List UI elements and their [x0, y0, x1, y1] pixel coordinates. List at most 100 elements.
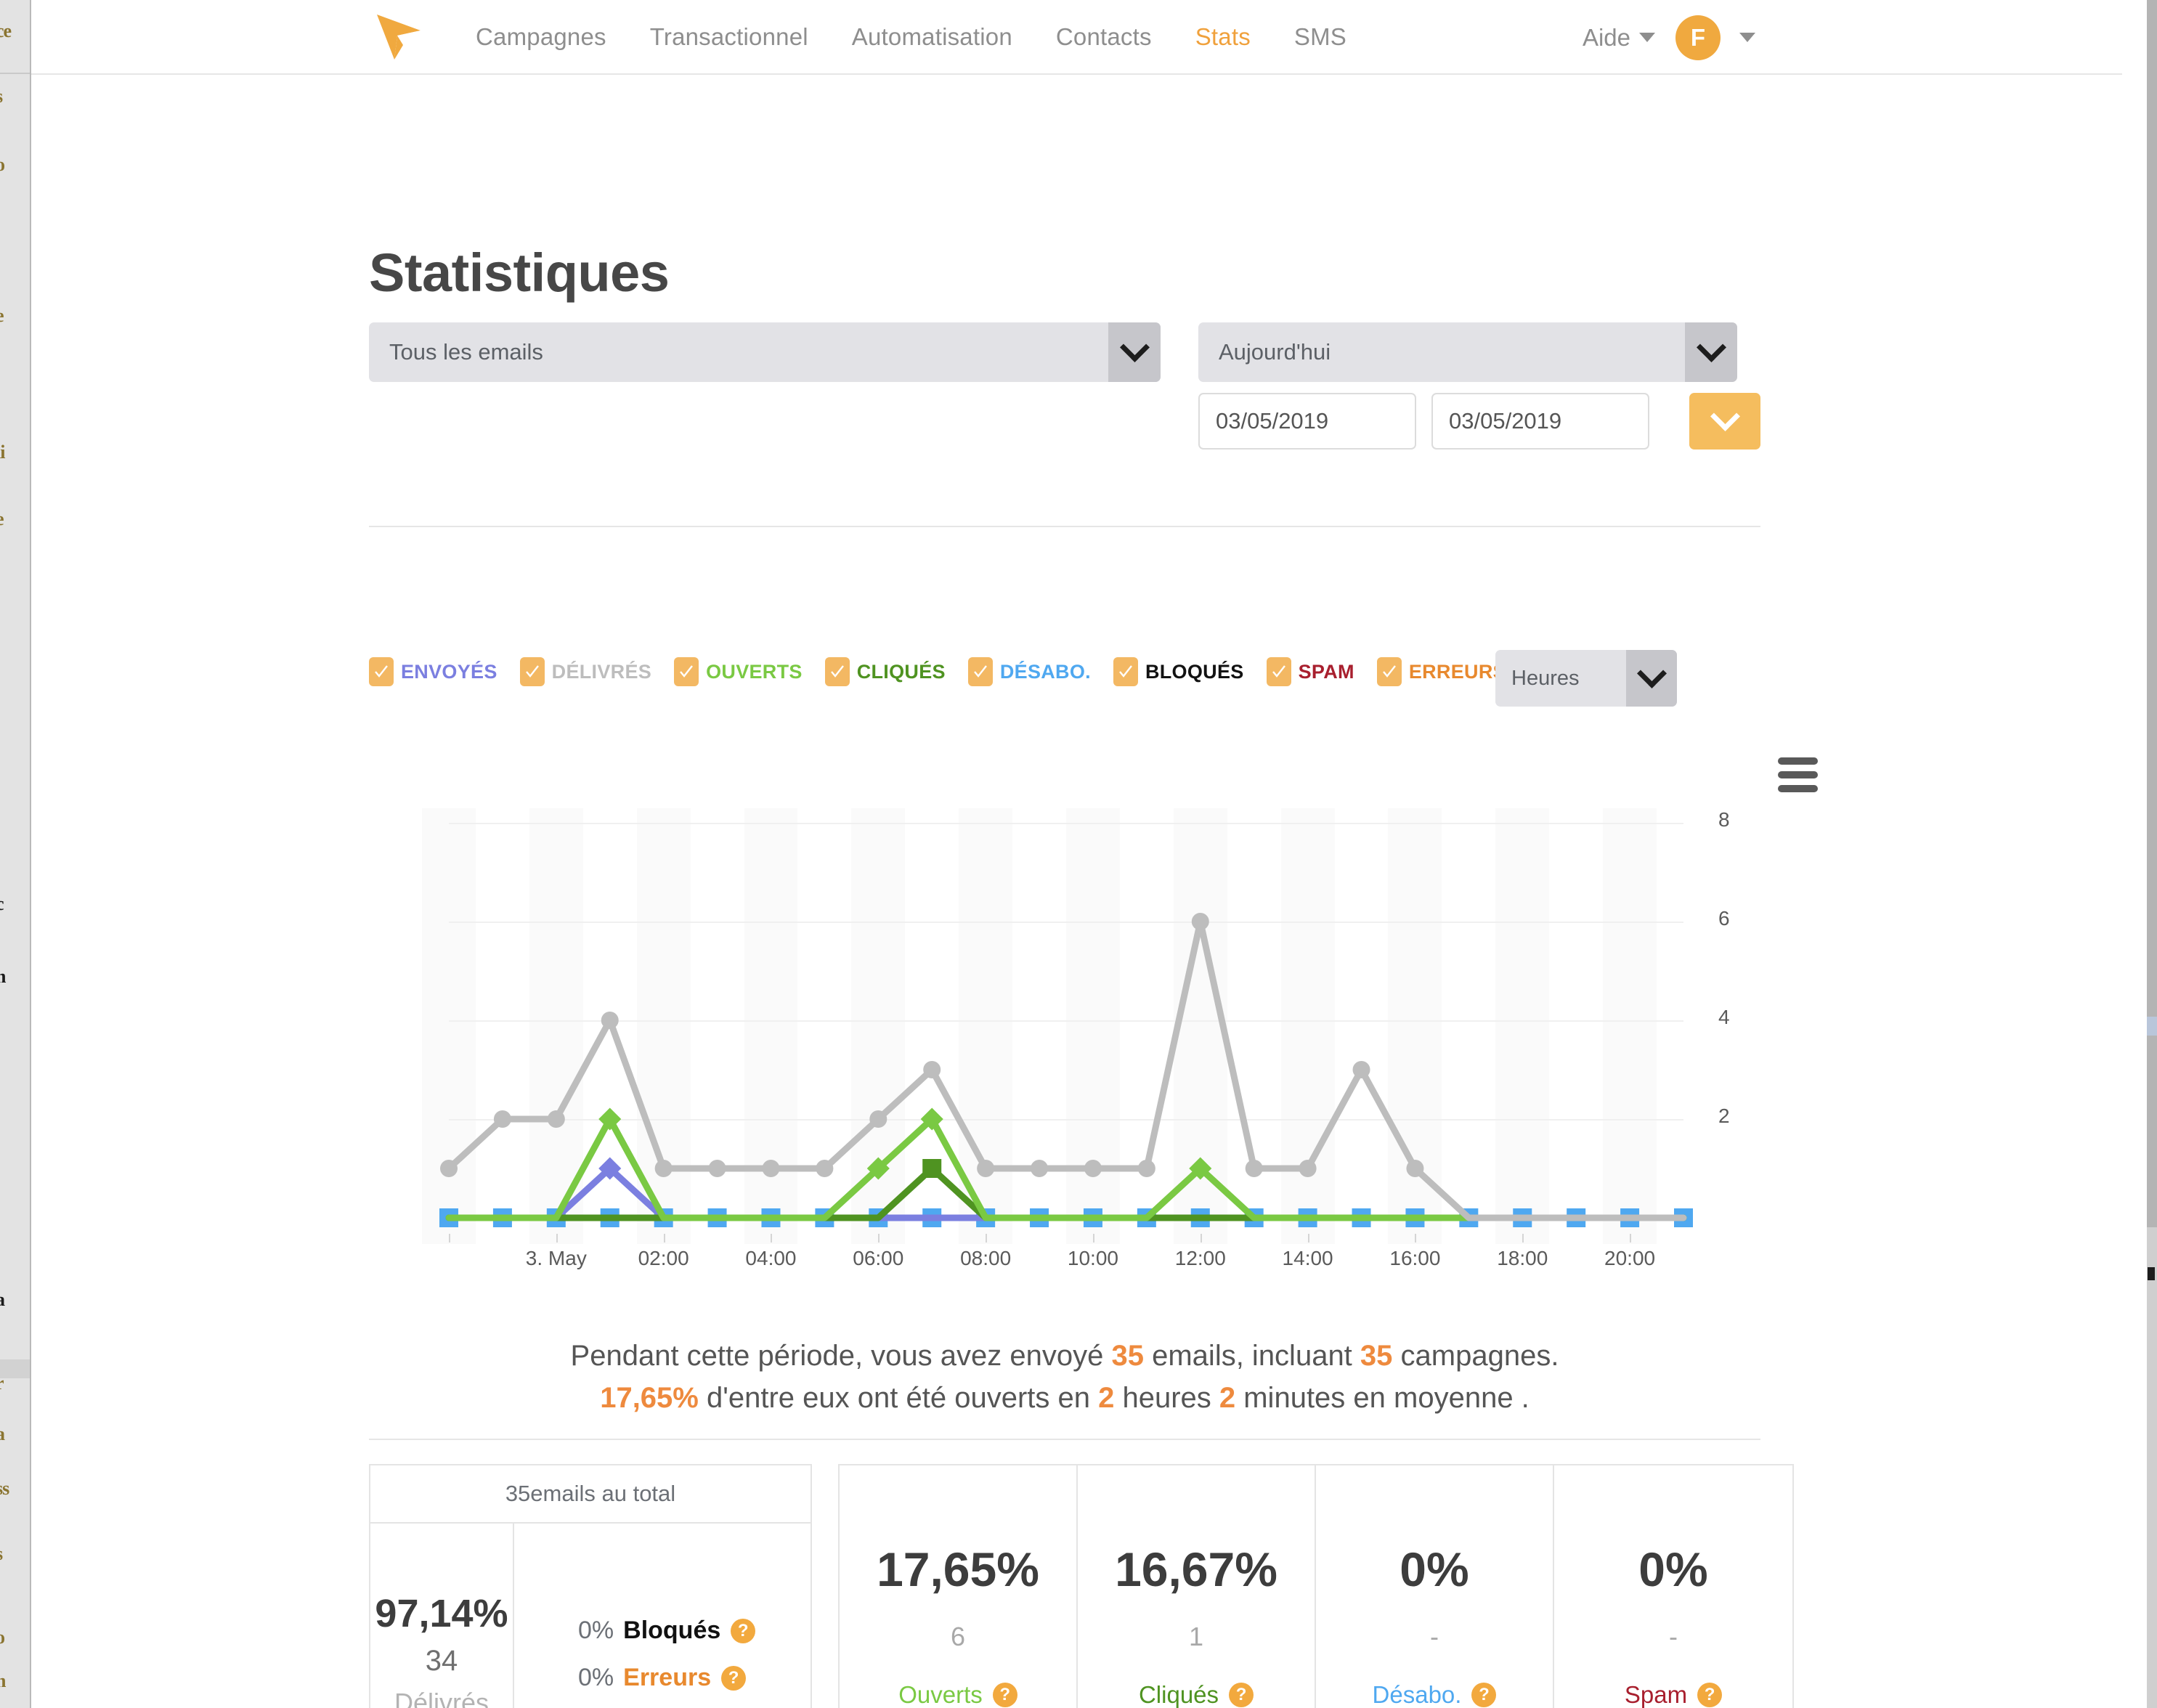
page-title: Statistiques: [369, 242, 670, 303]
email-filter-select[interactable]: Tous les emails: [369, 322, 1161, 382]
breakdown-percent: 0%: [578, 1616, 614, 1644]
help-menu-label[interactable]: Aide: [1583, 24, 1630, 52]
chart-data-point[interactable]: [762, 1160, 780, 1177]
chart-series-layer: [439, 913, 1693, 1227]
avatar[interactable]: F: [1675, 15, 1721, 60]
apply-date-range-button[interactable]: [1689, 393, 1760, 450]
scrollbar-thumb[interactable]: [2147, 0, 2157, 1227]
delivered-column: 97,14% 34 Délivrés: [370, 1524, 514, 1708]
date-from-input[interactable]: 03/05/2019: [1198, 393, 1416, 450]
chart-data-point[interactable]: [654, 1160, 673, 1177]
chart-data-point[interactable]: [816, 1160, 834, 1177]
chart-data-point[interactable]: [601, 1012, 619, 1029]
chevron-down-icon[interactable]: [1639, 33, 1655, 42]
chart-data-point[interactable]: [1406, 1160, 1424, 1177]
chart-data-point[interactable]: [547, 1110, 565, 1128]
chart-data-point[interactable]: [869, 1110, 887, 1128]
chart-export-menu-icon[interactable]: [1778, 757, 1818, 799]
nav-item-contacts[interactable]: Contacts: [1056, 23, 1152, 51]
chevron-down-icon[interactable]: [1685, 322, 1737, 382]
chart-data-point[interactable]: [922, 1159, 942, 1178]
breakdown-column: 0% Bloqués? 0% Erreurs?: [514, 1524, 811, 1708]
chart-data-point[interactable]: [1084, 1160, 1102, 1177]
chart-data-point[interactable]: [1245, 1160, 1263, 1177]
background-window-sliver: cesoeliecnarassson: [0, 0, 31, 1708]
nav-item-sms[interactable]: SMS: [1294, 23, 1346, 51]
stat-card-cliqus: 16,67% 1 Cliqués?: [1078, 1465, 1316, 1708]
background-text-fragment: n: [0, 966, 7, 987]
chart-data-point[interactable]: [1299, 1160, 1317, 1177]
help-tooltip-icon[interactable]: ?: [731, 1618, 756, 1643]
period-filter-value: Aujourd'hui: [1219, 339, 1331, 365]
legend-item-dsabo[interactable]: DÉSABO.: [967, 657, 1091, 686]
chart-data-point[interactable]: [977, 1160, 995, 1177]
chevron-down-icon[interactable]: [1626, 650, 1677, 707]
period-filter-select[interactable]: Aujourd'hui: [1198, 322, 1737, 382]
chart-data-point[interactable]: [1137, 1160, 1155, 1177]
background-text-fragment: s: [0, 1543, 3, 1565]
chart-data-point[interactable]: [708, 1160, 726, 1177]
stat-label-row: Spam?: [1625, 1681, 1723, 1708]
checkbox-checked-icon[interactable]: [824, 657, 850, 686]
x-axis-tick-label: 10:00: [1067, 1247, 1118, 1269]
legend-label: OUVERTS: [706, 660, 803, 683]
help-tooltip-icon[interactable]: ?: [721, 1665, 747, 1691]
help-tooltip-icon[interactable]: ?: [992, 1683, 1017, 1707]
x-axis-tick-label: 18:00: [1497, 1247, 1548, 1269]
stat-percent: 0%: [1638, 1542, 1708, 1596]
account-chevron-down-icon[interactable]: [1739, 33, 1755, 42]
chart-data-point[interactable]: [1352, 1061, 1370, 1078]
checkbox-checked-icon[interactable]: [519, 657, 545, 686]
sendinblue-logo-icon[interactable]: [373, 12, 435, 62]
checkbox-checked-icon[interactable]: [1113, 657, 1138, 686]
legend-label: DÉSABO.: [999, 660, 1091, 683]
help-tooltip-icon[interactable]: ?: [1471, 1683, 1497, 1707]
x-axis-tick: [1092, 1234, 1094, 1243]
legend-item-dlivrs[interactable]: DÉLIVRÉS: [519, 657, 651, 686]
legend-label: SPAM: [1298, 660, 1354, 683]
background-text-fragment: e: [0, 305, 4, 327]
chart-data-point[interactable]: [1031, 1160, 1049, 1177]
nav-item-campagnes[interactable]: Campagnes: [476, 23, 606, 51]
chart-data-point[interactable]: [440, 1160, 458, 1177]
nav-item-automatisation[interactable]: Automatisation: [852, 23, 1012, 51]
checkbox-checked-icon[interactable]: [369, 657, 394, 686]
stat-card-dsabo: 0% - Désabo.?: [1316, 1465, 1554, 1708]
chart-data-point[interactable]: [493, 1110, 511, 1128]
x-axis-tick-label: 20:00: [1604, 1247, 1656, 1269]
chart-data-point[interactable]: [923, 1061, 941, 1078]
legend-item-erreurs[interactable]: ERREURS: [1376, 657, 1506, 686]
legend-item-spam[interactable]: SPAM: [1266, 657, 1354, 686]
summary-emails-count: 35: [1111, 1340, 1145, 1372]
date-to-input[interactable]: 03/05/2019: [1431, 393, 1649, 450]
chevron-down-icon[interactable]: [1108, 322, 1161, 382]
delivered-percent: 97,14%: [375, 1591, 508, 1635]
checkbox-checked-icon[interactable]: [967, 657, 993, 686]
breakdown-label: Erreurs: [623, 1664, 712, 1691]
stat-label-row: Désabo.?: [1373, 1681, 1497, 1708]
stat-count: -: [1430, 1622, 1439, 1651]
nav-right-group: Aide F: [1583, 0, 1755, 75]
window-scrollbar[interactable]: [2147, 0, 2157, 1708]
chevron-down-icon: [1710, 401, 1740, 431]
checkbox-checked-icon[interactable]: [1376, 657, 1402, 686]
summary-l1b: emails, incluant: [1144, 1340, 1360, 1372]
help-tooltip-icon[interactable]: ?: [1697, 1683, 1723, 1707]
stats-line-chart: 2 4 6 8 3. May 02:00 04:00 06:00 08:00 10:00 12:00…: [369, 797, 1760, 1277]
chart-data-point[interactable]: [1191, 913, 1209, 930]
legend-item-ouverts[interactable]: OUVERTS: [674, 657, 803, 686]
nav-item-stats[interactable]: Stats: [1195, 23, 1251, 51]
background-text-fragment: ss: [0, 1478, 9, 1499]
granularity-select[interactable]: Heures: [1495, 650, 1677, 707]
checkbox-checked-icon[interactable]: [674, 657, 699, 686]
legend-item-bloqus[interactable]: BLOQUÉS: [1113, 657, 1244, 686]
legend-item-cliqus[interactable]: CLIQUÉS: [824, 657, 946, 686]
nav-item-transactionnel[interactable]: Transactionnel: [650, 23, 808, 51]
legend-item-envoys[interactable]: ENVOYÉS: [369, 657, 497, 686]
help-tooltip-icon[interactable]: ?: [1229, 1683, 1254, 1707]
y-axis-tick-label: 2: [1718, 1105, 1730, 1127]
stat-label: Désabo.: [1372, 1681, 1462, 1708]
background-rule: [0, 73, 31, 74]
background-text-fragment: ce: [0, 20, 12, 41]
checkbox-checked-icon[interactable]: [1266, 657, 1291, 686]
